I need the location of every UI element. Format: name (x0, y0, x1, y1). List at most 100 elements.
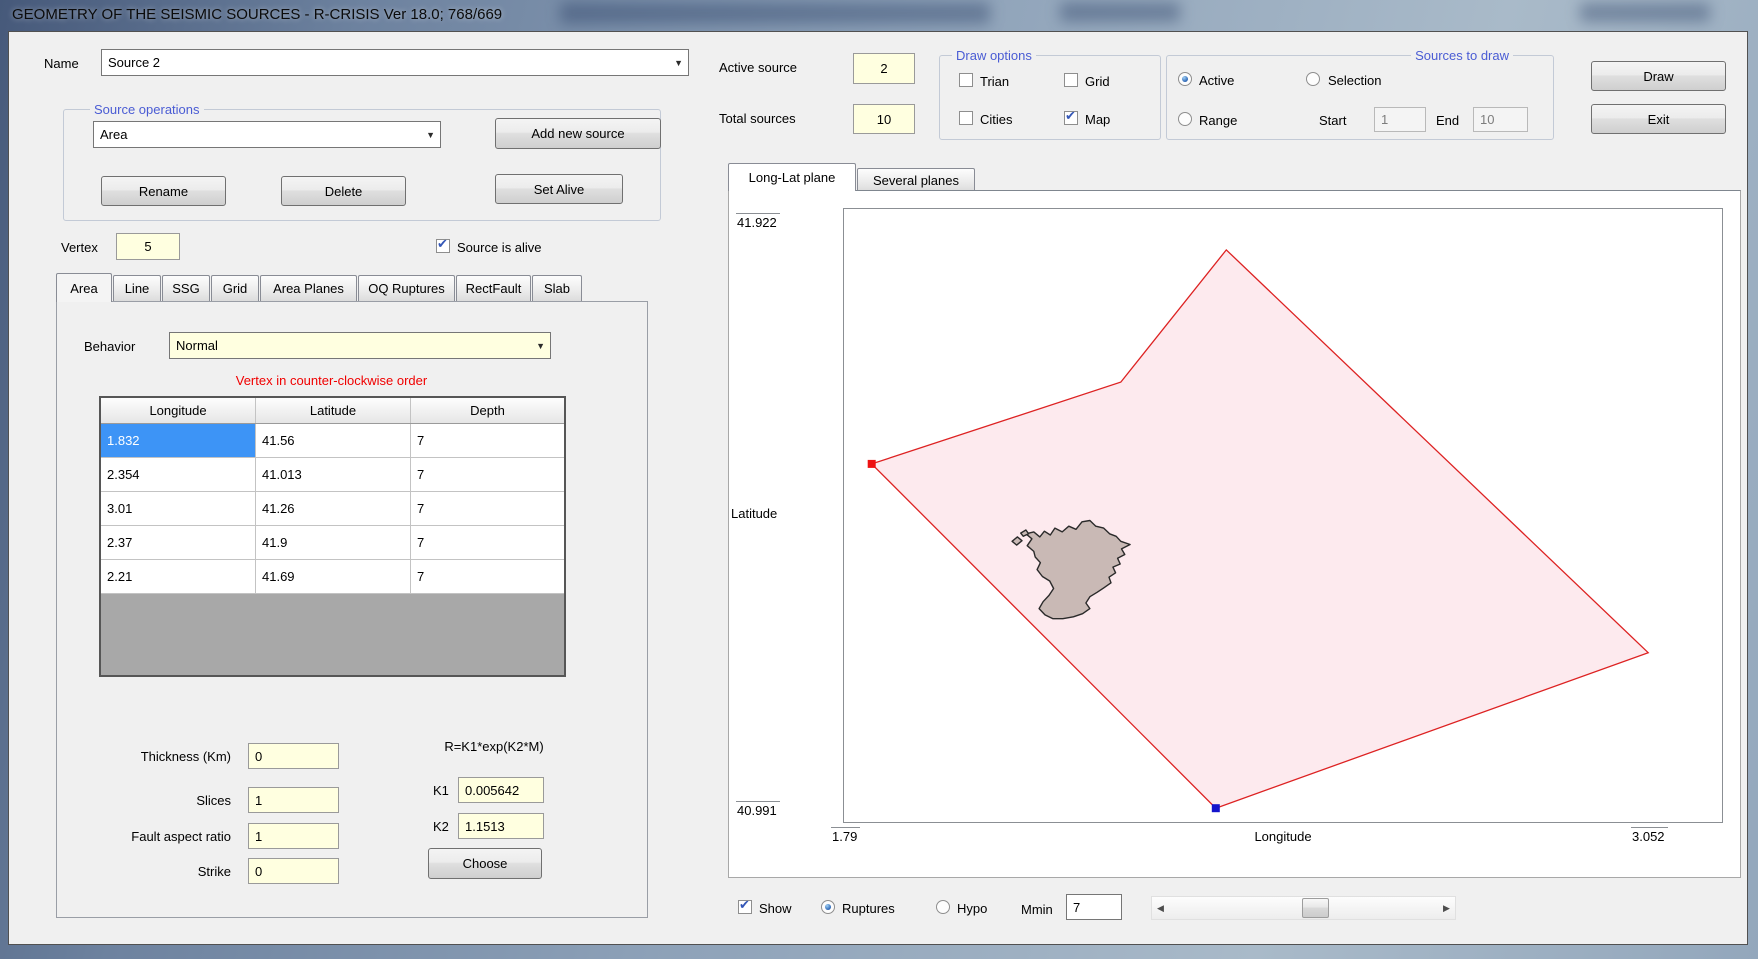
end-field[interactable]: 10 (1473, 107, 1528, 132)
fault-aspect-ratio-label: Fault aspect ratio (41, 829, 231, 844)
rename-button[interactable]: Rename (101, 176, 226, 206)
behavior-value: Normal (176, 338, 218, 353)
behavior-label: Behavior (84, 339, 135, 354)
table-row[interactable]: 3.01 41.26 7 (101, 492, 564, 526)
col-header-latitude[interactable]: Latitude (256, 398, 411, 423)
source-type-value: Area (100, 127, 127, 142)
map-label: Map (1085, 112, 1110, 127)
active-radio-label: Active (1199, 73, 1234, 88)
k2-field[interactable]: 1.1513 (458, 813, 544, 839)
set-alive-button[interactable]: Set Alive (495, 174, 623, 204)
map-plot-svg (844, 209, 1722, 822)
grid-checkbox[interactable]: ✔ (1064, 73, 1078, 87)
selection-radio-label: Selection (1328, 73, 1381, 88)
scroll-right-icon[interactable]: ▶ (1438, 897, 1455, 919)
background-window-blur (1580, 3, 1710, 22)
check-icon: ✔ (437, 236, 448, 252)
cities-checkbox[interactable]: ✔ (959, 111, 973, 125)
draw-options-group: Draw options (939, 55, 1161, 140)
tab-rectfault[interactable]: RectFault (456, 275, 531, 301)
scroll-left-icon[interactable]: ◀ (1152, 897, 1169, 919)
geometry-dialog: Name Source 2 ▼ Source operations Area ▼… (8, 31, 1748, 945)
exit-button[interactable]: Exit (1591, 104, 1726, 134)
map-checkbox[interactable]: ✔ (1064, 111, 1078, 125)
source-name-value: Source 2 (108, 55, 160, 70)
table-row[interactable]: 2.354 41.013 7 (101, 458, 564, 492)
range-radio[interactable] (1178, 112, 1192, 126)
tab-area-planes[interactable]: Area Planes (260, 275, 357, 301)
selected-vertex-marker[interactable] (868, 460, 876, 468)
source-polygon (872, 250, 1648, 808)
k2-label: K2 (433, 819, 449, 834)
hypo-radio[interactable] (936, 900, 950, 914)
total-sources-field[interactable]: 10 (853, 104, 915, 134)
ruptures-radio[interactable] (821, 900, 835, 914)
vertex-table[interactable]: Longitude Latitude Depth 1.832 41.56 7 2… (99, 396, 566, 677)
k1-label: K1 (433, 783, 449, 798)
ruptures-radio-label: Ruptures (842, 901, 895, 916)
table-header-row: Longitude Latitude Depth (101, 398, 564, 424)
strike-field[interactable]: 0 (248, 858, 339, 884)
dropdown-arrow-icon[interactable]: ▼ (674, 58, 683, 68)
check-icon: ✔ (1065, 108, 1076, 124)
scrollbar-thumb[interactable] (1302, 898, 1329, 918)
y-axis-title: Latitude (731, 506, 777, 521)
active-radio[interactable] (1178, 72, 1192, 86)
draw-button[interactable]: Draw (1591, 61, 1726, 91)
active-source-field[interactable]: 2 (853, 53, 915, 84)
tab-ssg[interactable]: SSG (162, 275, 210, 301)
table-cell-selected[interactable]: 1.832 (101, 424, 256, 457)
start-field[interactable]: 1 (1374, 107, 1426, 132)
col-header-depth[interactable]: Depth (411, 398, 564, 423)
x-axis-max-label: 3.052 (1631, 827, 1668, 844)
background-window-blur (560, 2, 990, 24)
dropdown-arrow-icon[interactable]: ▼ (426, 130, 435, 140)
source-alive-label: Source is alive (457, 240, 542, 255)
source-type-combobox[interactable]: Area ▼ (93, 121, 441, 148)
end-label: End (1436, 113, 1459, 128)
table-row[interactable]: 1.832 41.56 7 (101, 424, 564, 458)
map-plot-area[interactable] (843, 208, 1723, 823)
vertex-label: Vertex (61, 240, 98, 255)
y-axis-min-label: 40.991 (736, 801, 780, 818)
sources-to-draw-title: Sources to draw (1411, 48, 1513, 63)
tab-grid[interactable]: Grid (211, 275, 259, 301)
thickness-label: Thickness (Km) (41, 749, 231, 764)
choose-button[interactable]: Choose (428, 848, 542, 879)
x-axis-title: Longitude (843, 829, 1723, 844)
slices-field[interactable]: 1 (248, 787, 339, 813)
add-new-source-button[interactable]: Add new source (495, 118, 661, 149)
behavior-combobox[interactable]: Normal ▼ (169, 332, 551, 359)
col-header-longitude[interactable]: Longitude (101, 398, 256, 423)
magnitude-scrollbar[interactable]: ◀ ▶ (1151, 896, 1456, 920)
slices-label: Slices (41, 793, 231, 808)
show-checkbox[interactable]: ✔ (738, 900, 752, 914)
tab-slab[interactable]: Slab (532, 275, 582, 301)
tab-several-planes[interactable]: Several planes (857, 168, 975, 191)
grid-label: Grid (1085, 74, 1110, 89)
trian-checkbox[interactable]: ✔ (959, 73, 973, 87)
table-row[interactable]: 2.37 41.9 7 (101, 526, 564, 560)
vertex-2-marker[interactable] (1212, 804, 1220, 812)
strike-label: Strike (41, 864, 231, 879)
vertex-count-field[interactable]: 5 (116, 233, 180, 260)
tab-line[interactable]: Line (113, 275, 161, 301)
table-empty-area (101, 594, 564, 675)
table-row[interactable]: 2.21 41.69 7 (101, 560, 564, 594)
mmin-field[interactable]: 7 (1066, 894, 1122, 920)
fault-aspect-ratio-field[interactable]: 1 (248, 823, 339, 849)
k1-field[interactable]: 0.005642 (458, 777, 544, 803)
tab-area[interactable]: Area (56, 273, 112, 302)
source-name-combobox[interactable]: Source 2 ▼ (101, 49, 689, 76)
selection-radio[interactable] (1306, 72, 1320, 86)
tab-long-lat-plane[interactable]: Long-Lat plane (728, 163, 856, 191)
y-axis-max-label: 41.922 (736, 213, 780, 230)
start-label: Start (1319, 113, 1346, 128)
delete-button[interactable]: Delete (281, 176, 406, 206)
total-sources-label: Total sources (719, 111, 796, 126)
rupture-formula-label: R=K1*exp(K2*M) (414, 739, 574, 754)
tab-oq-ruptures[interactable]: OQ Ruptures (358, 275, 455, 301)
dropdown-arrow-icon[interactable]: ▼ (536, 341, 545, 351)
thickness-field[interactable]: 0 (248, 743, 339, 769)
source-alive-checkbox[interactable]: ✔ (436, 239, 450, 253)
